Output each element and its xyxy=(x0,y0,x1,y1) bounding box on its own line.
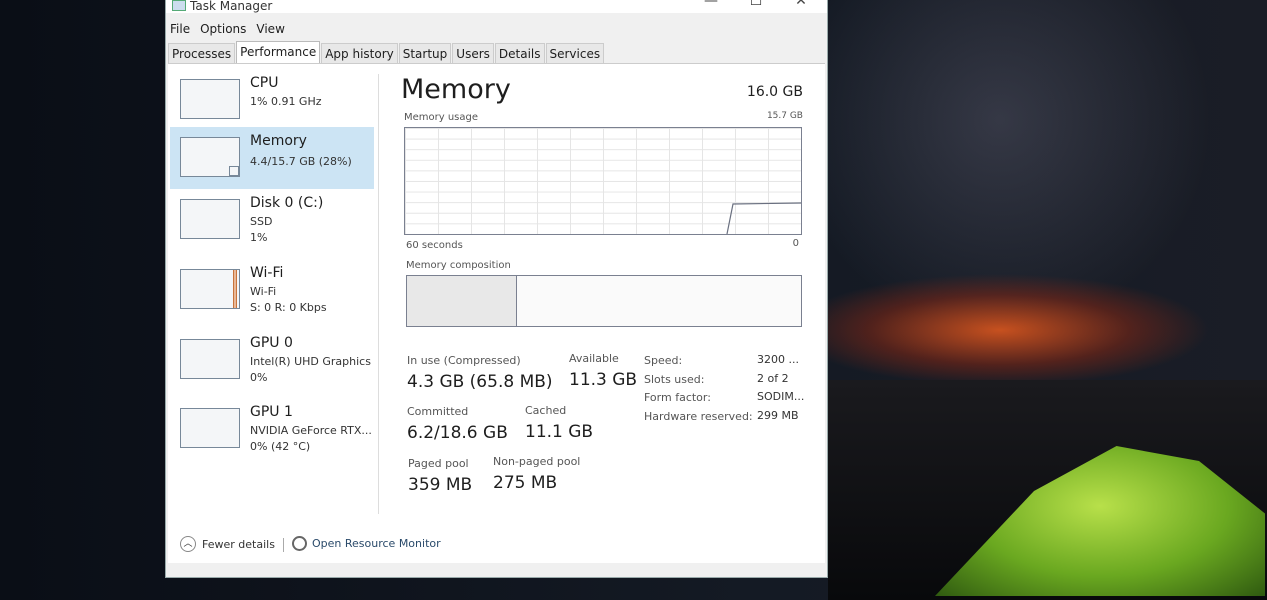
committed-value: 6.2/18.6 GB xyxy=(407,423,508,443)
form-factor-label: Form factor: xyxy=(644,391,711,404)
maximize-button[interactable]: ☐ xyxy=(741,0,771,9)
paged-pool-label: Paged pool xyxy=(408,457,469,470)
disk-thumbnail-graph xyxy=(180,199,240,239)
sidebar-item-gpu1[interactable]: GPU 1 NVIDIA GeForce RTX... 0% (42 °C) xyxy=(170,398,374,460)
window-title: Task Manager xyxy=(190,0,273,13)
open-resource-monitor-label: Open Resource Monitor xyxy=(312,537,441,550)
sidebar-item-value: 0% xyxy=(250,371,268,384)
memory-usage-graph xyxy=(404,127,802,235)
fewer-details-button[interactable]: ︿ Fewer details xyxy=(180,536,275,552)
menu-options[interactable]: Options xyxy=(200,22,246,36)
speed-label: Speed: xyxy=(644,354,683,367)
sidebar-item-value: 0% (42 °C) xyxy=(250,440,311,453)
gpu1-thumbnail-graph xyxy=(180,408,240,448)
task-manager-window: Task Manager — ☐ ✕ File Options View Pro… xyxy=(165,0,828,578)
sidebar-item-label: Disk 0 (C:) xyxy=(250,195,324,211)
available-label: Available xyxy=(569,352,619,365)
memory-usage-label: Memory usage xyxy=(404,112,479,123)
menu-file[interactable]: File xyxy=(170,22,190,36)
sidebar-item-gpu0[interactable]: GPU 0 Intel(R) UHD Graphics 0% xyxy=(170,329,374,391)
close-button[interactable]: ✕ xyxy=(786,0,816,9)
sidebar-item-model: Intel(R) UHD Graphics xyxy=(250,355,371,368)
performance-panel: CPU 1% 0.91 GHz Memory 4.4/15.7 GB (28%)… xyxy=(168,63,825,563)
sidebar-item-label: Wi-Fi xyxy=(250,265,284,281)
cpu-thumbnail-graph xyxy=(180,79,240,119)
memory-usage-max: 15.7 GB xyxy=(766,111,803,121)
memory-usage-line xyxy=(726,202,801,234)
memory-thumbnail-graph xyxy=(180,137,240,177)
panel-divider xyxy=(378,74,379,514)
footer-separator xyxy=(283,538,284,552)
total-memory: 16.0 GB xyxy=(746,84,803,100)
sidebar-item-value: 4.4/15.7 GB (28%) xyxy=(250,155,352,168)
in-use-value: 4.3 GB (65.8 MB) xyxy=(407,372,553,392)
page-title: Memory xyxy=(401,74,511,105)
time-span-label: 60 seconds xyxy=(406,240,463,251)
menu-bar: File Options View xyxy=(170,22,285,36)
memory-composition-bar xyxy=(406,275,802,327)
hardware-reserved-label: Hardware reserved: xyxy=(644,409,753,423)
sidebar-item-model: NVIDIA GeForce RTX... xyxy=(250,424,372,437)
hardware-reserved-value: 299 MB xyxy=(757,408,799,422)
sidebar-item-label: GPU 0 xyxy=(250,335,293,351)
slots-label: Slots used: xyxy=(644,372,705,386)
gpu0-thumbnail-graph xyxy=(180,339,240,379)
wifi-thumbnail-graph xyxy=(180,269,240,309)
sidebar-item-adapter: Wi-Fi xyxy=(250,285,277,298)
sidebar-item-label: GPU 1 xyxy=(250,404,293,420)
chevron-up-icon: ︿ xyxy=(180,536,196,552)
available-value: 11.3 GB xyxy=(569,370,638,390)
menu-view[interactable]: View xyxy=(256,22,284,36)
non-paged-pool-label: Non-paged pool xyxy=(493,455,581,468)
in-use-segment xyxy=(407,276,518,326)
in-use-label: In use (Compressed) xyxy=(407,354,521,367)
sidebar-item-label: Memory xyxy=(250,133,307,149)
cached-label: Cached xyxy=(525,404,567,417)
tab-performance[interactable]: Performance xyxy=(236,41,321,64)
sidebar-item-cpu[interactable]: CPU 1% 0.91 GHz xyxy=(170,69,374,131)
fewer-details-label: Fewer details xyxy=(202,537,275,551)
sidebar-item-memory[interactable]: Memory 4.4/15.7 GB (28%) xyxy=(170,127,374,189)
sidebar-item-value: S: 0 R: 0 Kbps xyxy=(250,301,327,314)
memory-details: Speed: Slots used: Form factor: Hardware… xyxy=(644,352,753,426)
minimize-button[interactable]: — xyxy=(696,0,726,9)
time-end-label: 0 xyxy=(792,238,799,249)
open-resource-monitor-link[interactable]: Open Resource Monitor xyxy=(292,536,441,551)
memory-composition-label: Memory composition xyxy=(406,260,511,271)
memory-details-values: 3200 ... 2 of 2 SODIM... 299 MB xyxy=(757,351,804,425)
sidebar-item-label: CPU xyxy=(250,75,279,91)
resource-monitor-icon xyxy=(292,536,307,551)
speed-value: 3200 ... xyxy=(757,353,799,366)
cached-value: 11.1 GB xyxy=(525,422,594,442)
task-manager-icon xyxy=(172,0,186,11)
form-factor-value: SODIM... xyxy=(757,390,805,403)
slots-value: 2 of 2 xyxy=(757,371,789,385)
title-bar[interactable]: Task Manager — ☐ ✕ xyxy=(166,0,827,13)
non-paged-pool-value: 275 MB xyxy=(493,473,558,493)
sidebar-item-disk[interactable]: Disk 0 (C:) SSD 1% xyxy=(170,189,374,251)
committed-label: Committed xyxy=(407,405,469,418)
sidebar-item-type: SSD xyxy=(250,215,273,228)
paged-pool-value: 359 MB xyxy=(408,475,473,495)
sidebar-item-wifi[interactable]: Wi-Fi Wi-Fi S: 0 R: 0 Kbps xyxy=(170,259,374,321)
sidebar-item-value: 1% 0.91 GHz xyxy=(250,95,322,108)
sidebar-item-value: 1% xyxy=(250,231,268,244)
